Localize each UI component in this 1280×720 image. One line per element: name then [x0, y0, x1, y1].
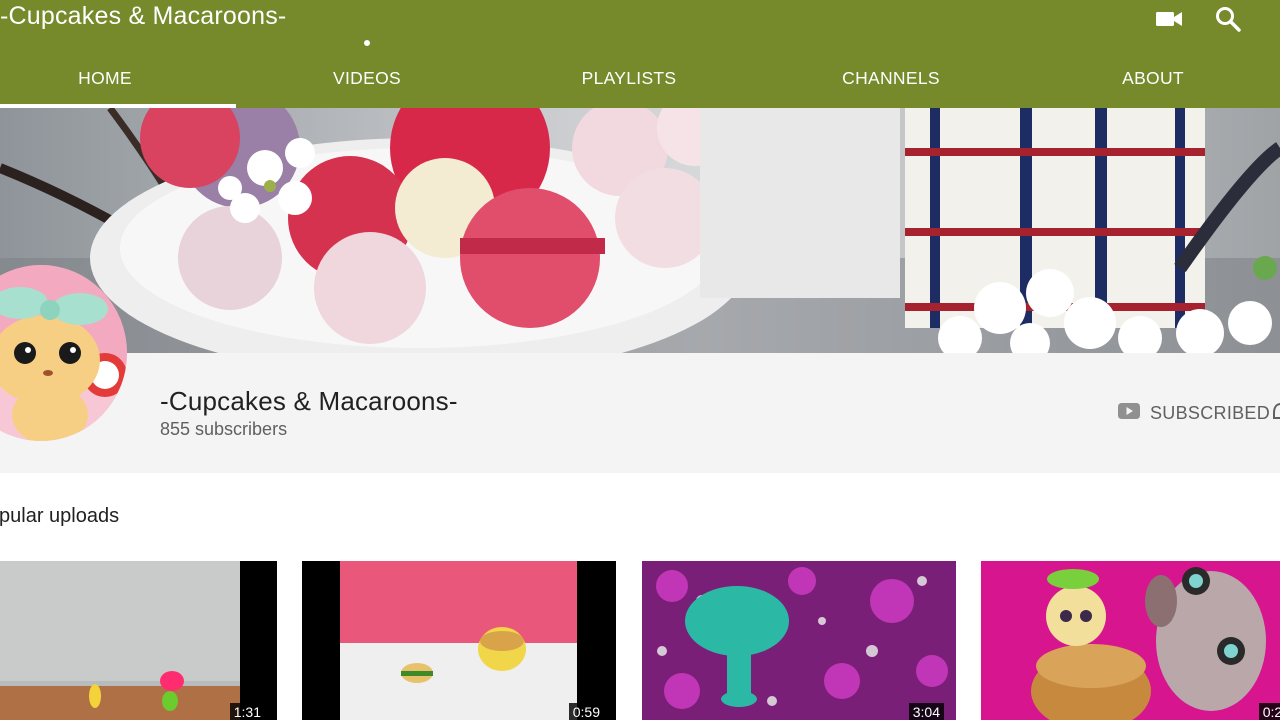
new-content-dot [364, 40, 370, 46]
section-title: pular uploads [0, 505, 120, 527]
video-duration: 3:04 [908, 703, 944, 720]
tab-home[interactable]: HOME [0, 56, 210, 108]
channel-name: -Cupcakes & Macaroons- [160, 386, 458, 416]
video-thumbnail[interactable]: 0:21 [981, 561, 1280, 720]
video-thumbnail[interactable]: 1:31 [0, 561, 277, 720]
video-camera-icon[interactable] [1153, 4, 1185, 34]
tab-playlists[interactable]: PLAYLISTS [524, 56, 734, 108]
subscribed-button[interactable]: SUBSCRIBED [1118, 401, 1270, 425]
channel-tabs: HOME VIDEOS PLAYLISTS CHANNELS ABOUT [0, 56, 1280, 108]
subscriber-count: 855 subscribers [160, 419, 288, 439]
tab-channels[interactable]: CHANNELS [786, 56, 996, 108]
app-bar-title: -Cupcakes & Macaroons- [0, 2, 287, 30]
search-icon[interactable] [1212, 4, 1244, 34]
tab-about[interactable]: ABOUT [1048, 56, 1258, 108]
app-bar: -Cupcakes & Macaroons- HOME VIDEOS PLAYL… [0, 0, 1280, 108]
video-thumbnail[interactable]: 3:04 [642, 561, 956, 720]
video-thumbnail[interactable]: 0:59 [302, 561, 616, 720]
video-duration: 0:59 [568, 703, 604, 720]
youtube-play-icon [1118, 402, 1140, 424]
tab-videos[interactable]: VIDEOS [262, 56, 472, 108]
channel-banner [0, 108, 1280, 353]
video-duration: 1:31 [229, 703, 265, 720]
notification-bell-icon[interactable] [1271, 402, 1280, 424]
video-duration: 0:21 [1258, 703, 1280, 720]
subscribed-label: SUBSCRIBED [1150, 402, 1271, 423]
